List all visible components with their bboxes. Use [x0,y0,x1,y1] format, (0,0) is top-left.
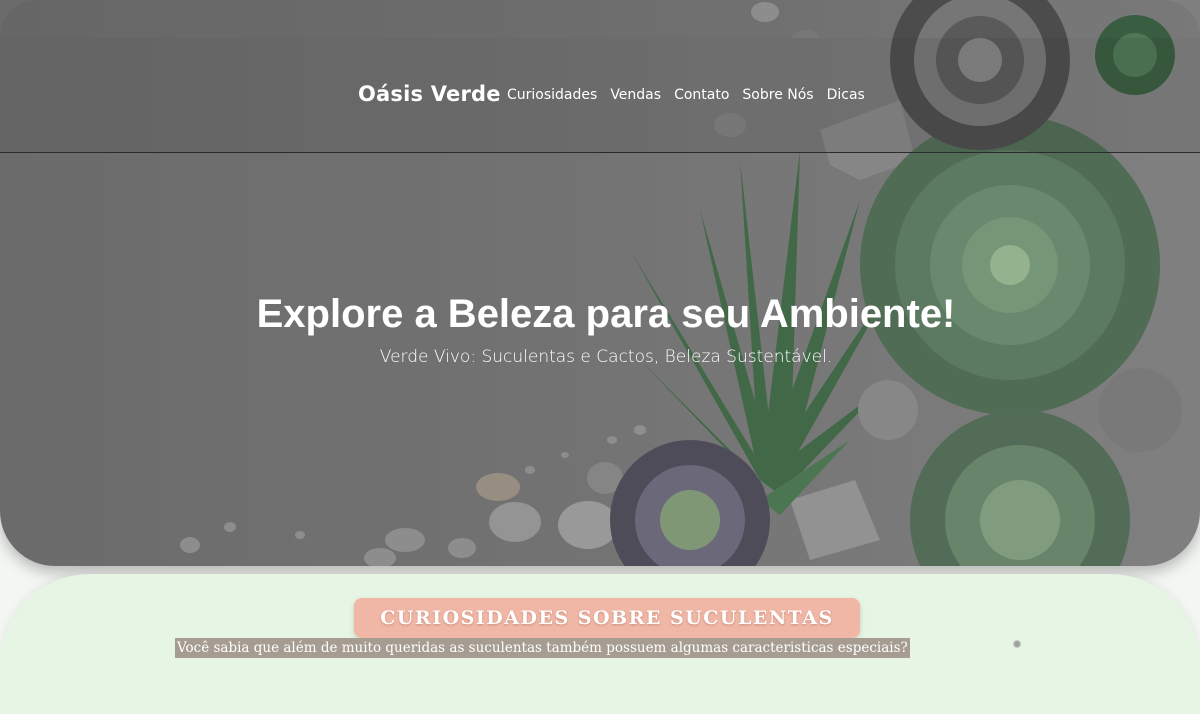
nav-links: Curiosidades Vendas Contato Sobre Nós Di… [507,87,865,103]
section-heading: CURIOSIDADES SOBRE SUCULENTAS [354,598,860,638]
section-intro-text: Você sabia que além de muito queridas as… [175,638,910,658]
nav-link-vendas[interactable]: Vendas [610,87,661,103]
scroll-indicator-dot [1014,641,1020,647]
nav-link-sobre-nos[interactable]: Sobre Nós [742,87,813,103]
nav-link-curiosidades[interactable]: Curiosidades [507,87,597,103]
hero-title: Explore a Beleza para seu Ambiente! [256,292,956,336]
hero-banner: Oásis Verde Curiosidades Vendas Contato … [0,0,1200,566]
navbar: Oásis Verde Curiosidades Vendas Contato … [0,38,1200,153]
nav-link-contato[interactable]: Contato [674,87,729,103]
hero-subtitle: Verde Vivo: Suculentas e Cactos, Beleza … [379,347,833,367]
nav-link-dicas[interactable]: Dicas [827,87,865,103]
brand-logo[interactable]: Oásis Verde [358,82,501,106]
